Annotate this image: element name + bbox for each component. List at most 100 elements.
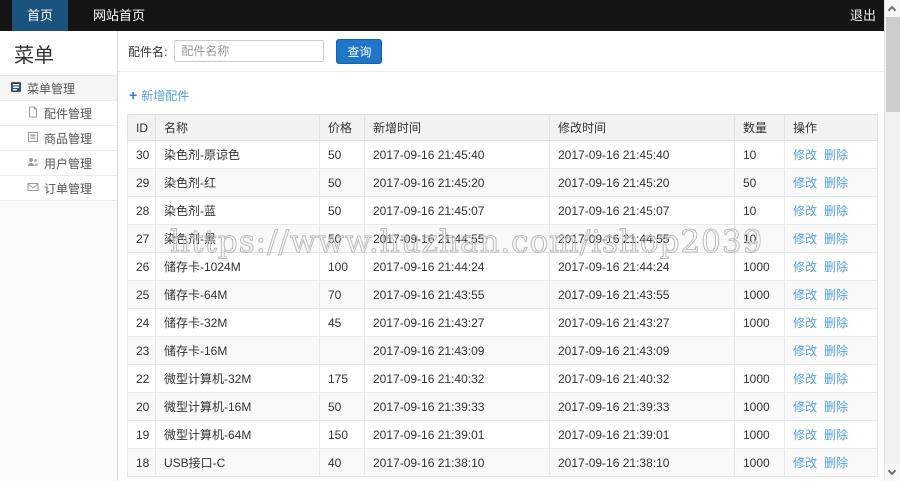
row-delete-link[interactable]: 删除	[824, 288, 848, 302]
cell-price: 100	[319, 252, 365, 281]
user-icon	[27, 156, 39, 171]
cell-price: 175	[319, 364, 365, 393]
cell-created: 2017-09-16 21:45:07	[364, 196, 550, 225]
row-edit-link[interactable]: 修改	[793, 232, 817, 246]
cell-qty: 10	[734, 224, 785, 253]
row-edit-link[interactable]: 修改	[793, 428, 817, 442]
cell-modified: 2017-09-16 21:45:07	[549, 196, 735, 225]
file-icon	[27, 106, 39, 121]
row-delete-link[interactable]: 删除	[824, 316, 848, 330]
cell-name: 储存卡-64M	[155, 280, 320, 309]
row-edit-link[interactable]: 修改	[793, 400, 817, 414]
row-delete-link[interactable]: 删除	[824, 148, 848, 162]
scroll-down-arrow-icon[interactable]	[885, 464, 900, 481]
table-row: 30 染色剂-原谅色 50 2017-09-16 21:45:40 2017-0…	[127, 140, 878, 169]
logout-button[interactable]: 退出	[850, 0, 876, 31]
sidebar-item-label: 配件管理	[44, 106, 93, 121]
table-row: 29 染色剂-红 50 2017-09-16 21:45:20 2017-09-…	[127, 168, 878, 197]
parts-table: ID 名称 价格 新增时间 修改时间 数量 操作 30 染色剂-原谅色 50 2…	[127, 114, 878, 477]
cell-created: 2017-09-16 21:43:09	[364, 336, 550, 365]
cell-price: 150	[319, 420, 365, 449]
cell-id: 22	[127, 364, 156, 393]
column-header-id: ID	[127, 114, 156, 141]
cell-name: 微型计算机-16M	[155, 392, 320, 421]
table-header-row: ID 名称 价格 新增时间 修改时间 数量 操作	[127, 114, 878, 141]
cell-qty: 1000	[734, 392, 785, 421]
cell-modified: 2017-09-16 21:44:24	[549, 252, 735, 281]
cell-name: 染色剂-红	[155, 168, 320, 197]
cell-id: 25	[127, 280, 156, 309]
add-part-label: 新增配件	[141, 89, 190, 103]
cell-price: 50	[319, 140, 365, 169]
sidebar-item-user-management[interactable]: 用户管理	[0, 151, 117, 176]
row-delete-link[interactable]: 删除	[824, 176, 848, 190]
row-delete-link[interactable]: 删除	[824, 400, 848, 414]
row-edit-link[interactable]: 修改	[793, 176, 817, 190]
row-edit-link[interactable]: 修改	[793, 260, 817, 274]
cell-name: USB接口-C	[155, 448, 320, 477]
cell-qty: 1000	[734, 420, 785, 449]
cell-price: 50	[319, 168, 365, 197]
cell-actions: 修改 删除	[784, 308, 878, 337]
scrollbar-thumb[interactable]	[886, 17, 900, 112]
table-row: 26 储存卡-1024M 100 2017-09-16 21:44:24 201…	[127, 252, 878, 281]
search-input[interactable]	[174, 40, 325, 62]
cell-modified: 2017-09-16 21:39:01	[549, 420, 735, 449]
cell-name: 储存卡-1024M	[155, 252, 320, 281]
cell-actions: 修改 删除	[784, 336, 878, 365]
sidebar-item-label: 商品管理	[44, 131, 93, 146]
sidebar-item-label: 订单管理	[44, 181, 93, 196]
cell-actions: 修改 删除	[784, 448, 878, 477]
cell-qty: 1000	[734, 280, 785, 309]
row-edit-link[interactable]: 修改	[793, 204, 817, 218]
cell-created: 2017-09-16 21:39:33	[364, 392, 550, 421]
cell-price: 40	[319, 448, 365, 477]
row-delete-link[interactable]: 删除	[824, 232, 848, 246]
cell-actions: 修改 删除	[784, 364, 878, 393]
cell-qty: 1000	[734, 364, 785, 393]
row-delete-link[interactable]: 删除	[824, 456, 848, 470]
cell-actions: 修改 删除	[784, 252, 878, 281]
cell-created: 2017-09-16 21:44:55	[364, 224, 550, 253]
row-edit-link[interactable]: 修改	[793, 316, 817, 330]
cell-created: 2017-09-16 21:45:20	[364, 168, 550, 197]
row-delete-link[interactable]: 删除	[824, 372, 848, 386]
table-row: 22 微型计算机-32M 175 2017-09-16 21:40:32 201…	[127, 364, 878, 393]
add-part-link[interactable]: + 新增配件	[129, 87, 190, 103]
row-delete-link[interactable]: 删除	[824, 260, 848, 274]
cell-id: 26	[127, 252, 156, 281]
cell-qty: 50	[734, 168, 785, 197]
cell-qty: 1000	[734, 252, 785, 281]
plus-icon: +	[129, 87, 138, 103]
row-edit-link[interactable]: 修改	[793, 372, 817, 386]
sidebar-item-order-management[interactable]: 订单管理	[0, 176, 117, 201]
cell-qty: 10	[734, 196, 785, 225]
cell-id: 30	[127, 140, 156, 169]
sidebar-item-parts-management[interactable]: 配件管理	[0, 101, 117, 126]
column-header-qty: 数量	[734, 114, 785, 141]
sidebar-item-menu-management[interactable]: 菜单管理	[0, 76, 117, 101]
cell-qty: 1000	[734, 308, 785, 337]
cell-price: 50	[319, 196, 365, 225]
row-edit-link[interactable]: 修改	[793, 456, 817, 470]
menu-icon	[10, 81, 22, 96]
cell-name: 储存卡-32M	[155, 308, 320, 337]
cell-name: 染色剂-蓝	[155, 196, 320, 225]
row-delete-link[interactable]: 删除	[824, 204, 848, 218]
tab-home[interactable]: 首页	[12, 0, 69, 31]
sidebar-item-label: 用户管理	[44, 156, 93, 171]
row-delete-link[interactable]: 删除	[824, 344, 848, 358]
cell-modified: 2017-09-16 21:43:09	[549, 336, 735, 365]
row-edit-link[interactable]: 修改	[793, 148, 817, 162]
search-field-label: 配件名:	[128, 44, 168, 59]
row-delete-link[interactable]: 删除	[824, 428, 848, 442]
search-button[interactable]: 查询	[336, 38, 383, 64]
cell-actions: 修改 删除	[784, 224, 878, 253]
search-bar: 配件名: 查询	[118, 31, 884, 72]
cell-price: 50	[319, 224, 365, 253]
tab-site-home[interactable]: 网站首页	[78, 0, 160, 31]
row-edit-link[interactable]: 修改	[793, 344, 817, 358]
row-edit-link[interactable]: 修改	[793, 288, 817, 302]
sidebar-item-product-management[interactable]: 商品管理	[0, 126, 117, 151]
scroll-up-arrow-icon[interactable]	[885, 0, 900, 17]
